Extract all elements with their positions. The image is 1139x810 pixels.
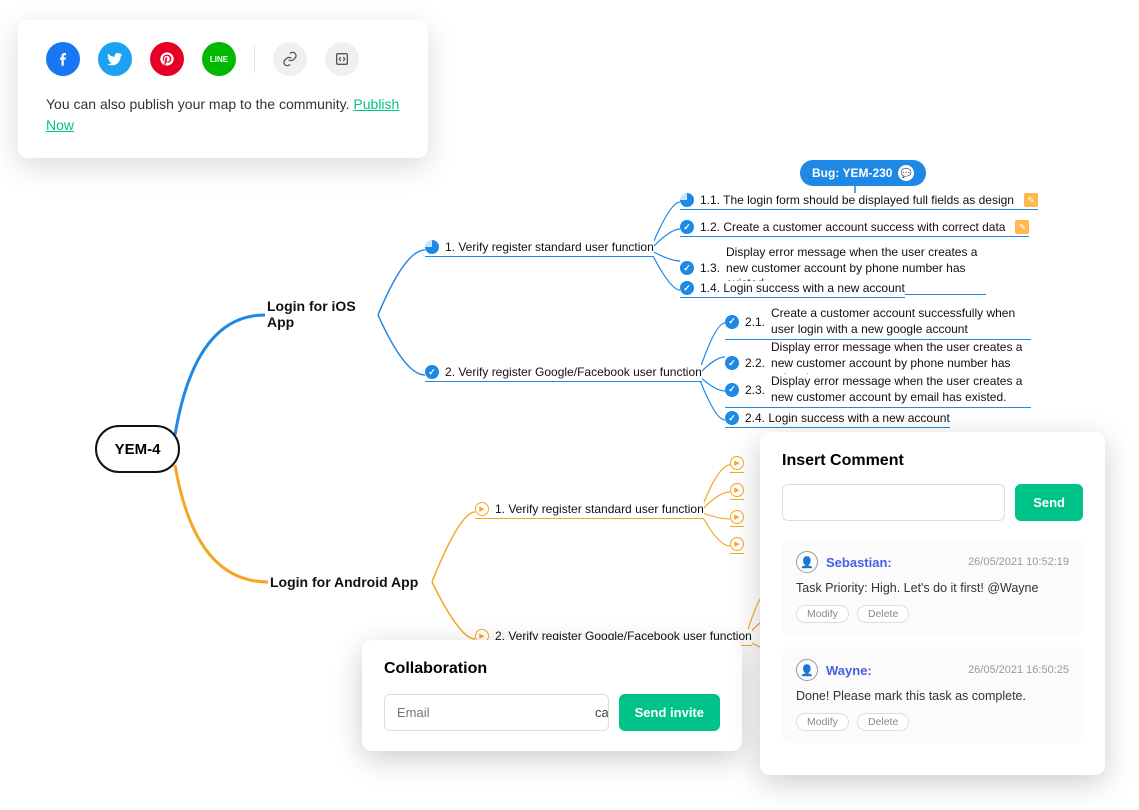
node-label: 1. Verify register standard user functio…: [495, 502, 704, 516]
collaboration-title: Collaboration: [384, 660, 720, 678]
node-label: 1.2. Create a customer account success w…: [700, 220, 1005, 234]
collaboration-form: can view ⌄ Send invite: [384, 694, 720, 731]
node-label: 2.4. Login success with a new account: [745, 411, 950, 425]
check-icon: [425, 365, 439, 379]
node-num: 2.3.: [745, 383, 765, 397]
publish-text: You can also publish your map to the com…: [46, 94, 400, 136]
facebook-icon[interactable]: [46, 42, 80, 76]
edit-badge-icon: [1015, 220, 1029, 234]
embed-icon[interactable]: [325, 42, 359, 76]
comment-input[interactable]: [782, 484, 1005, 521]
check-icon: [725, 411, 739, 425]
delete-button[interactable]: Delete: [857, 713, 909, 731]
arrow-icon: [730, 456, 744, 470]
node-num: 1.3.: [700, 261, 720, 275]
avatar-icon: [796, 659, 818, 681]
ios-node-1[interactable]: 1. Verify register standard user functio…: [425, 240, 654, 257]
comment-item: Wayne: 26/05/2021 16:50:25 Done! Please …: [782, 647, 1083, 743]
branch-ios-label[interactable]: Login for iOS App: [267, 298, 377, 330]
android-node-1-child-4[interactable]: [730, 537, 744, 554]
comment-panel: Insert Comment Send Sebastian: 26/05/202…: [760, 432, 1105, 775]
android-node-1-child-2[interactable]: [730, 483, 744, 500]
send-button[interactable]: Send: [1015, 484, 1083, 521]
arrow-icon: [730, 510, 744, 524]
comment-body: Task Priority: High. Let's do it first! …: [796, 581, 1069, 595]
node-num: 2.1.: [745, 315, 765, 329]
ios-node-2-4[interactable]: 2.4. Login success with a new account: [725, 411, 950, 428]
ios-node-2-3[interactable]: 2.3. Display error message when the user…: [725, 374, 1031, 408]
bug-tag[interactable]: Bug: YEM-230: [800, 160, 926, 186]
delete-button[interactable]: Delete: [857, 605, 909, 623]
edit-badge-icon: [1024, 193, 1038, 207]
link-icon[interactable]: [273, 42, 307, 76]
ios-node-1-4[interactable]: 1.4. Login success with a new account: [680, 281, 905, 298]
share-panel: LINE You can also publish your map to th…: [18, 20, 428, 158]
check-icon: [680, 281, 694, 295]
permission-label: can view: [595, 705, 609, 720]
comment-input-row: Send: [782, 484, 1083, 521]
ios-node-1-2[interactable]: 1.2. Create a customer account success w…: [680, 220, 1029, 237]
send-invite-button[interactable]: Send invite: [619, 694, 720, 731]
modify-button[interactable]: Modify: [796, 605, 849, 623]
arrow-icon: [730, 537, 744, 551]
arrow-icon: [730, 483, 744, 497]
check-icon: [725, 356, 739, 370]
modify-button[interactable]: Modify: [796, 713, 849, 731]
collaboration-panel: Collaboration can view ⌄ Send invite: [362, 640, 742, 751]
node-num: 2.2.: [745, 356, 765, 370]
social-icon-row: LINE: [46, 42, 400, 76]
comment-title: Insert Comment: [782, 452, 1083, 470]
line-icon[interactable]: LINE: [202, 42, 236, 76]
email-input-group: can view ⌄: [384, 694, 609, 731]
ios-node-1-1[interactable]: 1.1. The login form should be displayed …: [680, 193, 1038, 210]
node-label: 1.1. The login form should be displayed …: [700, 193, 1014, 207]
branch-android-label[interactable]: Login for Android App: [270, 574, 418, 590]
permission-select[interactable]: can view ⌄: [585, 695, 609, 730]
comment-author: Wayne:: [826, 663, 872, 678]
ios-node-2[interactable]: 2. Verify register Google/Facebook user …: [425, 365, 702, 382]
comment-item: Sebastian: 26/05/2021 10:52:19 Task Prio…: [782, 539, 1083, 635]
android-node-1[interactable]: 1. Verify register standard user functio…: [475, 502, 704, 519]
arrow-icon: [475, 502, 489, 516]
node-label: 1. Verify register standard user functio…: [445, 240, 654, 254]
check-icon: [725, 315, 739, 329]
publish-leading-text: You can also publish your map to the com…: [46, 96, 353, 112]
chat-bubble-icon: [898, 165, 914, 181]
pinterest-icon[interactable]: [150, 42, 184, 76]
comment-time: 26/05/2021 16:50:25: [968, 664, 1069, 676]
email-input[interactable]: [385, 695, 585, 730]
progress-icon: [425, 240, 439, 254]
progress-icon: [680, 193, 694, 207]
bug-tag-label: Bug: YEM-230: [812, 166, 892, 180]
root-node[interactable]: YEM-4: [95, 425, 180, 473]
node-label: 1.4. Login success with a new account: [700, 281, 905, 295]
comment-author: Sebastian:: [826, 555, 892, 570]
twitter-icon[interactable]: [98, 42, 132, 76]
avatar-icon: [796, 551, 818, 573]
node-label: Display error message when the user crea…: [771, 374, 1031, 405]
check-icon: [680, 261, 694, 275]
android-node-1-child-1[interactable]: [730, 456, 744, 473]
comment-time: 26/05/2021 10:52:19: [968, 556, 1069, 568]
check-icon: [725, 383, 739, 397]
divider: [254, 45, 255, 73]
node-label: Create a customer account successfully w…: [771, 306, 1031, 337]
android-node-1-child-3[interactable]: [730, 510, 744, 527]
node-label: 2. Verify register Google/Facebook user …: [445, 365, 702, 379]
ios-node-2-1[interactable]: 2.1. Create a customer account successfu…: [725, 306, 1031, 340]
comment-body: Done! Please mark this task as complete.: [796, 689, 1069, 703]
check-icon: [680, 220, 694, 234]
